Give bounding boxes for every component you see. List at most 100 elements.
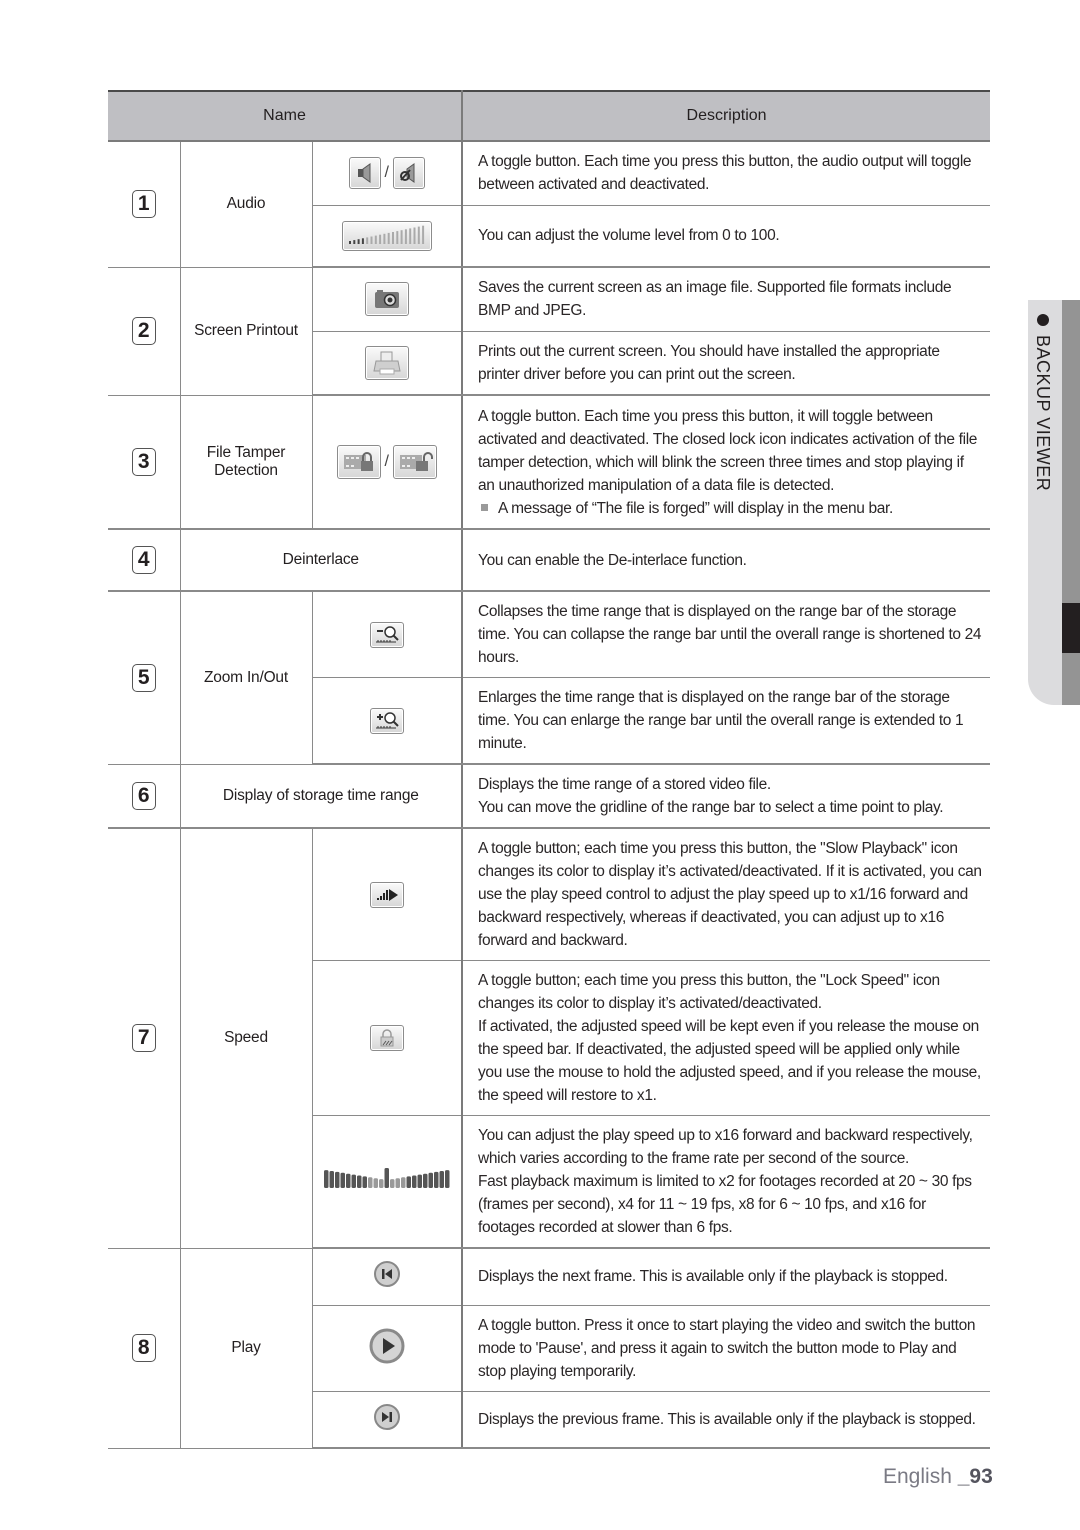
row-name: Zoom In/Out (180, 591, 313, 765)
row-description: You can enable the De-interlace function… (462, 529, 991, 592)
speed-bar-tick (345, 1173, 351, 1188)
icon-cell (312, 828, 464, 961)
table-header-row: Name Description (108, 90, 991, 142)
row-description: A toggle button; each time you press thi… (462, 960, 991, 1116)
volume-bar-tick (374, 235, 377, 244)
speed-bar-tick (400, 1177, 406, 1188)
row-number-badge: 7 (131, 1024, 156, 1053)
row-number-cell: 2 (108, 267, 181, 396)
lock-speed-icon[interactable] (369, 1025, 404, 1051)
film-lock-closed-icon[interactable] (336, 445, 381, 479)
note-text: A message of “The file is forged” will d… (498, 499, 893, 517)
row-description: You can adjust the play speed up to x16 … (462, 1115, 991, 1249)
row-description: Displays the previous frame. This is ava… (462, 1391, 991, 1449)
row-name: Display of storage time range (180, 764, 464, 829)
table-row: 5 Zoom In/Out Collapses the time range t… (108, 591, 991, 765)
speed-bar-icon[interactable] (322, 1168, 452, 1195)
speed-bar-tick (433, 1171, 439, 1188)
volume-bar-tick (361, 238, 364, 244)
row-number-badge: 1 (131, 190, 156, 219)
row-name: Deinterlace (180, 529, 464, 592)
row-description: Prints out the current screen. You shoul… (462, 331, 991, 396)
speed-bar-tick (389, 1179, 395, 1188)
volume-bar-tick (400, 229, 403, 244)
volume-bar-tick (365, 237, 368, 244)
icon-separator: / (384, 453, 389, 470)
row-number-cell: 5 (108, 591, 181, 765)
footer-language: English (883, 1465, 952, 1488)
zoom-out-icon[interactable] (369, 621, 404, 648)
play-icon[interactable] (368, 1327, 406, 1370)
speed-bar-tick (329, 1171, 334, 1188)
table-row: 2 Screen Printout Saves the current scre… (108, 267, 991, 396)
speaker-on-icon[interactable] (348, 157, 381, 190)
speed-bar-tick (417, 1174, 422, 1188)
bullet-icon (1037, 314, 1049, 326)
speed-bar-tick (439, 1171, 444, 1188)
description-text: A toggle button. Each time you press thi… (478, 407, 978, 494)
speed-bar-tick (323, 1170, 329, 1188)
row-number-badge: 6 (131, 781, 156, 810)
icon-cell (312, 960, 464, 1116)
volume-bar-tick (383, 233, 386, 244)
zoom-in-icon[interactable] (369, 707, 404, 734)
icon-cell (312, 591, 464, 678)
slow-playback-icon[interactable] (369, 881, 404, 908)
previous-frame-icon[interactable] (373, 1403, 401, 1436)
row-number-badge: 2 (131, 317, 156, 345)
volume-slider-icon[interactable] (341, 220, 432, 251)
volume-bar-tick (387, 232, 390, 244)
row-number-cell: 3 (108, 395, 181, 530)
volume-bar-tick (378, 234, 381, 244)
row-description: Saves the current screen as an image fil… (462, 267, 991, 332)
description-text: If activated, the adjusted speed will be… (478, 1018, 981, 1104)
row-description: A toggle button. Each time you press thi… (462, 141, 991, 206)
table-row: 3 File Tamper Detection / A toggle button… (108, 395, 991, 530)
note-bullet-icon (481, 503, 489, 511)
section-strip-active-marker (1062, 603, 1080, 653)
film-lock-open-icon[interactable] (392, 445, 437, 479)
speed-bar-tick (334, 1171, 340, 1188)
icon-cell (312, 267, 464, 332)
volume-bar-tick (396, 230, 399, 244)
table-row: 4 Deinterlace You can enable the De-inte… (108, 529, 991, 592)
row-name: Play (180, 1248, 313, 1449)
row-number-cell: 6 (108, 764, 181, 829)
description-text: You can move the gridline of the range b… (478, 799, 944, 816)
row-description: Displays the time range of a stored vide… (462, 764, 991, 829)
page-number: _93 (957, 1465, 993, 1488)
row-number-cell: 1 (108, 141, 181, 268)
icon-cell: / (312, 141, 464, 206)
page-footer: English _93 (883, 1465, 993, 1489)
icon-cell (312, 1391, 464, 1449)
volume-bar-tick (417, 226, 420, 244)
row-description: Displays the next frame. This is availab… (462, 1248, 991, 1306)
row-description: A toggle button. Each time you press thi… (462, 395, 991, 530)
volume-bar-tick (353, 239, 356, 244)
section-label: BACKUP VIEWER (1033, 335, 1053, 492)
description-text: Fast playback maximum is limited to x2 f… (478, 1173, 972, 1236)
speed-bar-tick (422, 1173, 428, 1188)
volume-bar-tick (404, 229, 407, 244)
speed-bar-tick (395, 1178, 400, 1188)
speed-bar-tick (373, 1178, 378, 1188)
camera-icon[interactable] (364, 282, 409, 317)
feature-table: Name Description 1 Audio / A toggle butt… (108, 90, 991, 1449)
volume-bar-tick (413, 227, 416, 244)
speed-bar-tick (356, 1175, 362, 1188)
speed-bar-tick (428, 1172, 433, 1188)
row-number-cell: 8 (108, 1248, 181, 1449)
row-number-badge: 4 (131, 546, 156, 574)
speed-bar-tick (411, 1175, 417, 1188)
row-name: Screen Printout (180, 267, 313, 396)
next-frame-icon[interactable] (373, 1260, 401, 1293)
volume-bar-tick (370, 236, 373, 244)
icon-cell (312, 1115, 464, 1249)
speaker-mute-icon[interactable] (392, 157, 425, 190)
row-description: Collapses the time range that is display… (462, 591, 991, 678)
row-number-badge: 5 (131, 663, 156, 692)
row-number-cell: 7 (108, 828, 181, 1249)
row-name-line: File Tamper (206, 443, 286, 461)
speed-bar-tick (351, 1174, 356, 1188)
printer-icon[interactable] (364, 345, 409, 380)
